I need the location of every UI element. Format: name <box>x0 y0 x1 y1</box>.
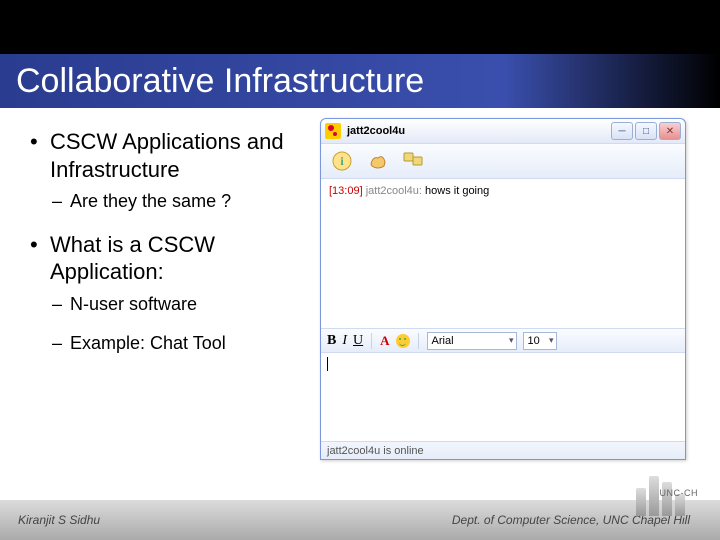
department: Dept. of Computer Science, UNC Chapel Hi… <box>452 513 690 527</box>
message-timestamp: [13:09] <box>329 185 363 197</box>
maximize-button[interactable]: □ <box>635 122 657 140</box>
font-color-button[interactable]: A <box>380 333 389 349</box>
format-toolbar: B I U A Arial 10 <box>321 329 685 353</box>
bullet-2a: N-user software <box>30 294 310 316</box>
message-line: [13:09] jatt2cool4u: hows it going <box>329 185 677 197</box>
author-name: Kiranjit S Sidhu <box>18 513 100 527</box>
bold-button[interactable]: B <box>327 333 336 349</box>
fontsize-select-value: 10 <box>528 335 540 347</box>
window-title: jatt2cool4u <box>347 125 611 137</box>
expressions-icon[interactable] <box>365 148 391 174</box>
title-bar: Collaborative Infrastructure <box>0 54 720 108</box>
message-sender: jatt2cool4u: <box>366 185 422 197</box>
top-black-bar <box>0 0 720 54</box>
bullet-2b: Example: Chat Tool <box>30 333 310 355</box>
footer-bar: Kiranjit S Sidhu Dept. of Computer Scien… <box>0 500 720 540</box>
content-area: CSCW Applications and Infrastructure Are… <box>0 108 720 500</box>
message-area[interactable]: [13:09] jatt2cool4u: hows it going <box>321 179 685 329</box>
bullet-2: What is a CSCW Application: <box>30 231 310 286</box>
separator <box>418 333 419 349</box>
text-cursor <box>327 357 328 371</box>
smiley-icon[interactable] <box>396 334 410 348</box>
window-titlebar[interactable]: jatt2cool4u ─ □ ✕ <box>321 119 685 143</box>
chat-toolbar: i <box>321 143 685 179</box>
message-body: hows it going <box>425 185 489 197</box>
fontsize-select[interactable]: 10 <box>523 332 557 350</box>
minimize-button[interactable]: ─ <box>611 122 633 140</box>
font-select-value: Arial <box>432 335 454 347</box>
bullet-list: CSCW Applications and Infrastructure Are… <box>0 108 320 500</box>
chat-window: jatt2cool4u ─ □ ✕ i <box>320 118 686 460</box>
window-buttons: ─ □ ✕ <box>611 122 681 140</box>
separator <box>371 333 372 349</box>
underline-button[interactable]: U <box>353 333 363 349</box>
games-icon[interactable] <box>401 148 427 174</box>
slide-title: Collaborative Infrastructure <box>16 62 424 101</box>
bullet-1: CSCW Applications and Infrastructure <box>30 128 310 183</box>
chat-screenshot: jatt2cool4u ─ □ ✕ i <box>320 108 720 500</box>
font-select[interactable]: Arial <box>427 332 517 350</box>
aim-runner-icon <box>325 123 341 139</box>
close-button[interactable]: ✕ <box>659 122 681 140</box>
status-bar: jatt2cool4u is online <box>321 441 685 459</box>
message-input[interactable] <box>321 353 685 441</box>
italic-button[interactable]: I <box>342 333 347 349</box>
info-icon[interactable]: i <box>329 148 355 174</box>
bullet-1a: Are they the same ? <box>30 191 310 213</box>
